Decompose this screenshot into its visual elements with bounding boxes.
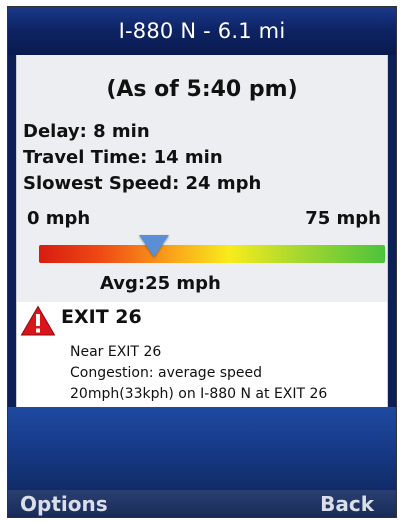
speed-gradient-bar [39,245,385,263]
softkey-bar: Options Back [8,490,396,517]
delay-text: Delay: 8 min [23,121,150,142]
traffic-detail-screen: I-880 N - 6.1 mi (As of 5:40 pm) Delay: … [7,6,397,518]
travel-time-text: Travel Time: 14 min [23,147,223,168]
warning-triangle-icon [20,305,56,336]
screen-title-bar: I-880 N - 6.1 mi [8,7,396,55]
incident-panel[interactable]: EXIT 26 Near EXIT 26 Congestion: average… [16,302,388,407]
traffic-summary-panel: (As of 5:40 pm) Delay: 8 min Travel Time… [16,55,388,302]
incident-title: EXIT 26 [61,306,142,328]
as-of-time: (As of 5:40 pm) [106,77,298,102]
slowest-speed-text: Slowest Speed: 24 mph [23,173,262,194]
average-speed-marker-icon [139,235,170,257]
incident-description-detail: 20mph(33kph) on I-880 N at EXIT 26 [70,386,328,402]
back-softkey[interactable]: Back [320,492,374,516]
average-speed-label: Avg:25 mph [100,273,221,294]
options-softkey[interactable]: Options [20,492,108,516]
speed-scale-min-label: 0 mph [27,208,91,229]
incident-description: Congestion: average speed [70,365,263,381]
incident-location: Near EXIT 26 [70,344,162,360]
speed-scale-max-label: 75 mph [305,208,381,229]
route-title: I-880 N - 6.1 mi [118,19,286,43]
empty-content-area [8,407,396,492]
